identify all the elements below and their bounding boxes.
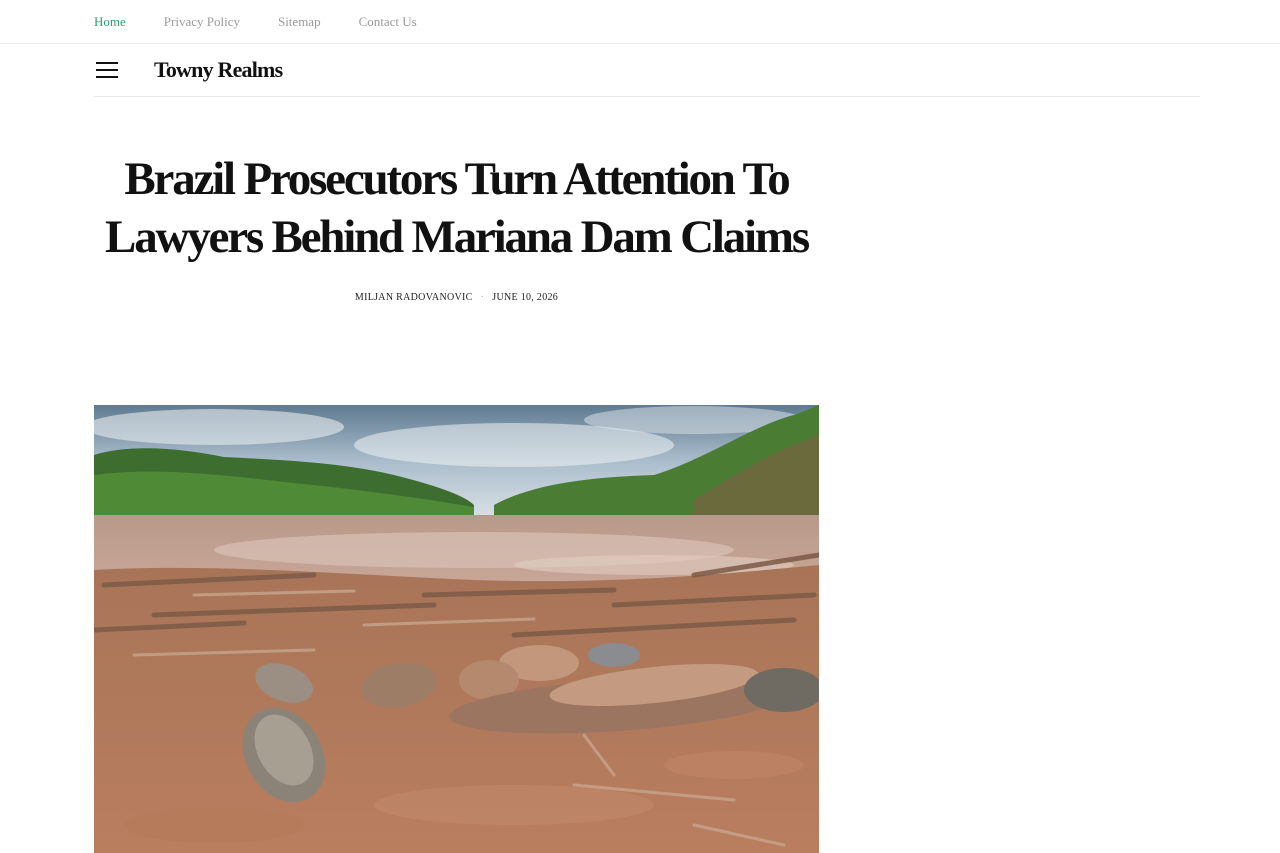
nav-link-contact-us[interactable]: Contact Us [359, 14, 417, 30]
featured-image-illustration [94, 405, 819, 853]
article-title: Brazil Prosecutors Turn Attention To Law… [105, 153, 810, 263]
top-bar: Home Privacy Policy Sitemap Contact Us [0, 0, 1280, 44]
featured-image [94, 405, 819, 853]
nav-link-privacy-policy[interactable]: Privacy Policy [164, 14, 240, 30]
article: Brazil Prosecutors Turn Attention To Law… [94, 150, 819, 303]
site-header: Towny Realms [94, 44, 1200, 97]
hamburger-menu-icon[interactable] [96, 62, 118, 78]
site-title[interactable]: Towny Realms [154, 57, 283, 83]
article-author[interactable]: MILJAN RADOVANOVIC [355, 292, 473, 303]
meta-separator: · [480, 292, 485, 303]
nav-link-sitemap[interactable]: Sitemap [278, 14, 321, 30]
nav-link-home[interactable]: Home [94, 14, 126, 30]
article-meta: MILJAN RADOVANOVIC · JUNE 10, 2026 [94, 292, 819, 303]
top-nav: Home Privacy Policy Sitemap Contact Us [94, 14, 455, 30]
article-date: JUNE 10, 2026 [492, 292, 559, 303]
